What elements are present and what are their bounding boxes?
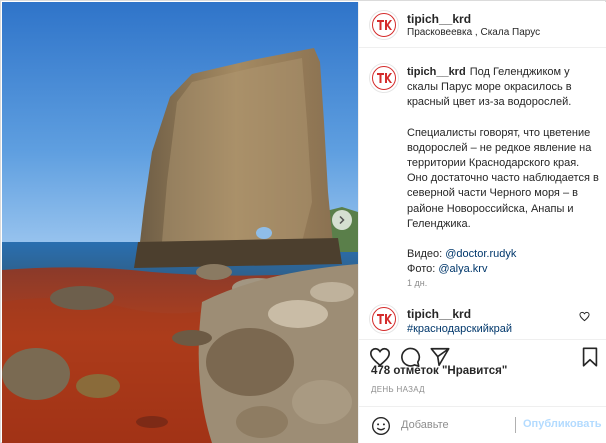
comment-heart-icon[interactable] (579, 311, 590, 322)
bookmark-icon[interactable] (579, 346, 601, 368)
tk-logo-icon (372, 307, 396, 331)
post-date[interactable]: ДЕНЬ НАЗАД (371, 385, 425, 394)
post-author-username[interactable]: tipich__krd (407, 12, 471, 26)
comment-username[interactable]: tipich__krd (407, 307, 471, 321)
chevron-right-icon (339, 215, 345, 225)
avatar[interactable] (369, 10, 399, 40)
post-location[interactable]: Прасковеевка , Скала Парус (407, 27, 540, 38)
comment-resize-divider (515, 417, 516, 433)
comments-section: tipich__krd Под Геленджиком у скалы Парус… (359, 49, 606, 339)
photo-image (2, 2, 358, 443)
comment-avatar[interactable] (369, 304, 399, 334)
video-credit-label: Видео: (407, 248, 446, 261)
post-side-panel: tipich__krd Прасковеевка , Скала Парус t… (358, 2, 606, 443)
add-comment-bar: Опубликовать (359, 406, 606, 443)
publish-button[interactable]: Опубликовать (523, 418, 602, 430)
like-count[interactable]: 478 отметок "Нравится" (371, 365, 507, 377)
next-photo-button[interactable] (332, 210, 352, 230)
caption-text-2: Специалисты говорят, что цветение водоро… (407, 126, 599, 230)
photo-credit-link[interactable]: @alya.krv (438, 263, 487, 275)
tk-logo-icon (372, 13, 396, 37)
post-card: tipich__krd Прасковеевка , Скала Парус t… (0, 0, 606, 443)
caption-avatar[interactable] (369, 63, 399, 93)
post-photo[interactable] (2, 2, 358, 443)
caption-username[interactable]: tipich__krd (407, 66, 466, 78)
tk-logo-icon (372, 66, 396, 90)
caption-time: 1 дн. (407, 278, 428, 288)
photo-credit-label: Фото: (407, 263, 439, 276)
comment-input[interactable] (401, 415, 521, 435)
comment-hashtag[interactable]: #краснодарскийкрай (407, 323, 512, 335)
smiley-icon[interactable] (371, 416, 391, 436)
post-caption: tipich__krd Под Геленджиком у скалы Парус… (407, 65, 602, 277)
video-credit-link[interactable]: @doctor.rudyk (445, 248, 516, 260)
post-header: tipich__krd Прасковеевка , Скала Парус (359, 2, 606, 48)
